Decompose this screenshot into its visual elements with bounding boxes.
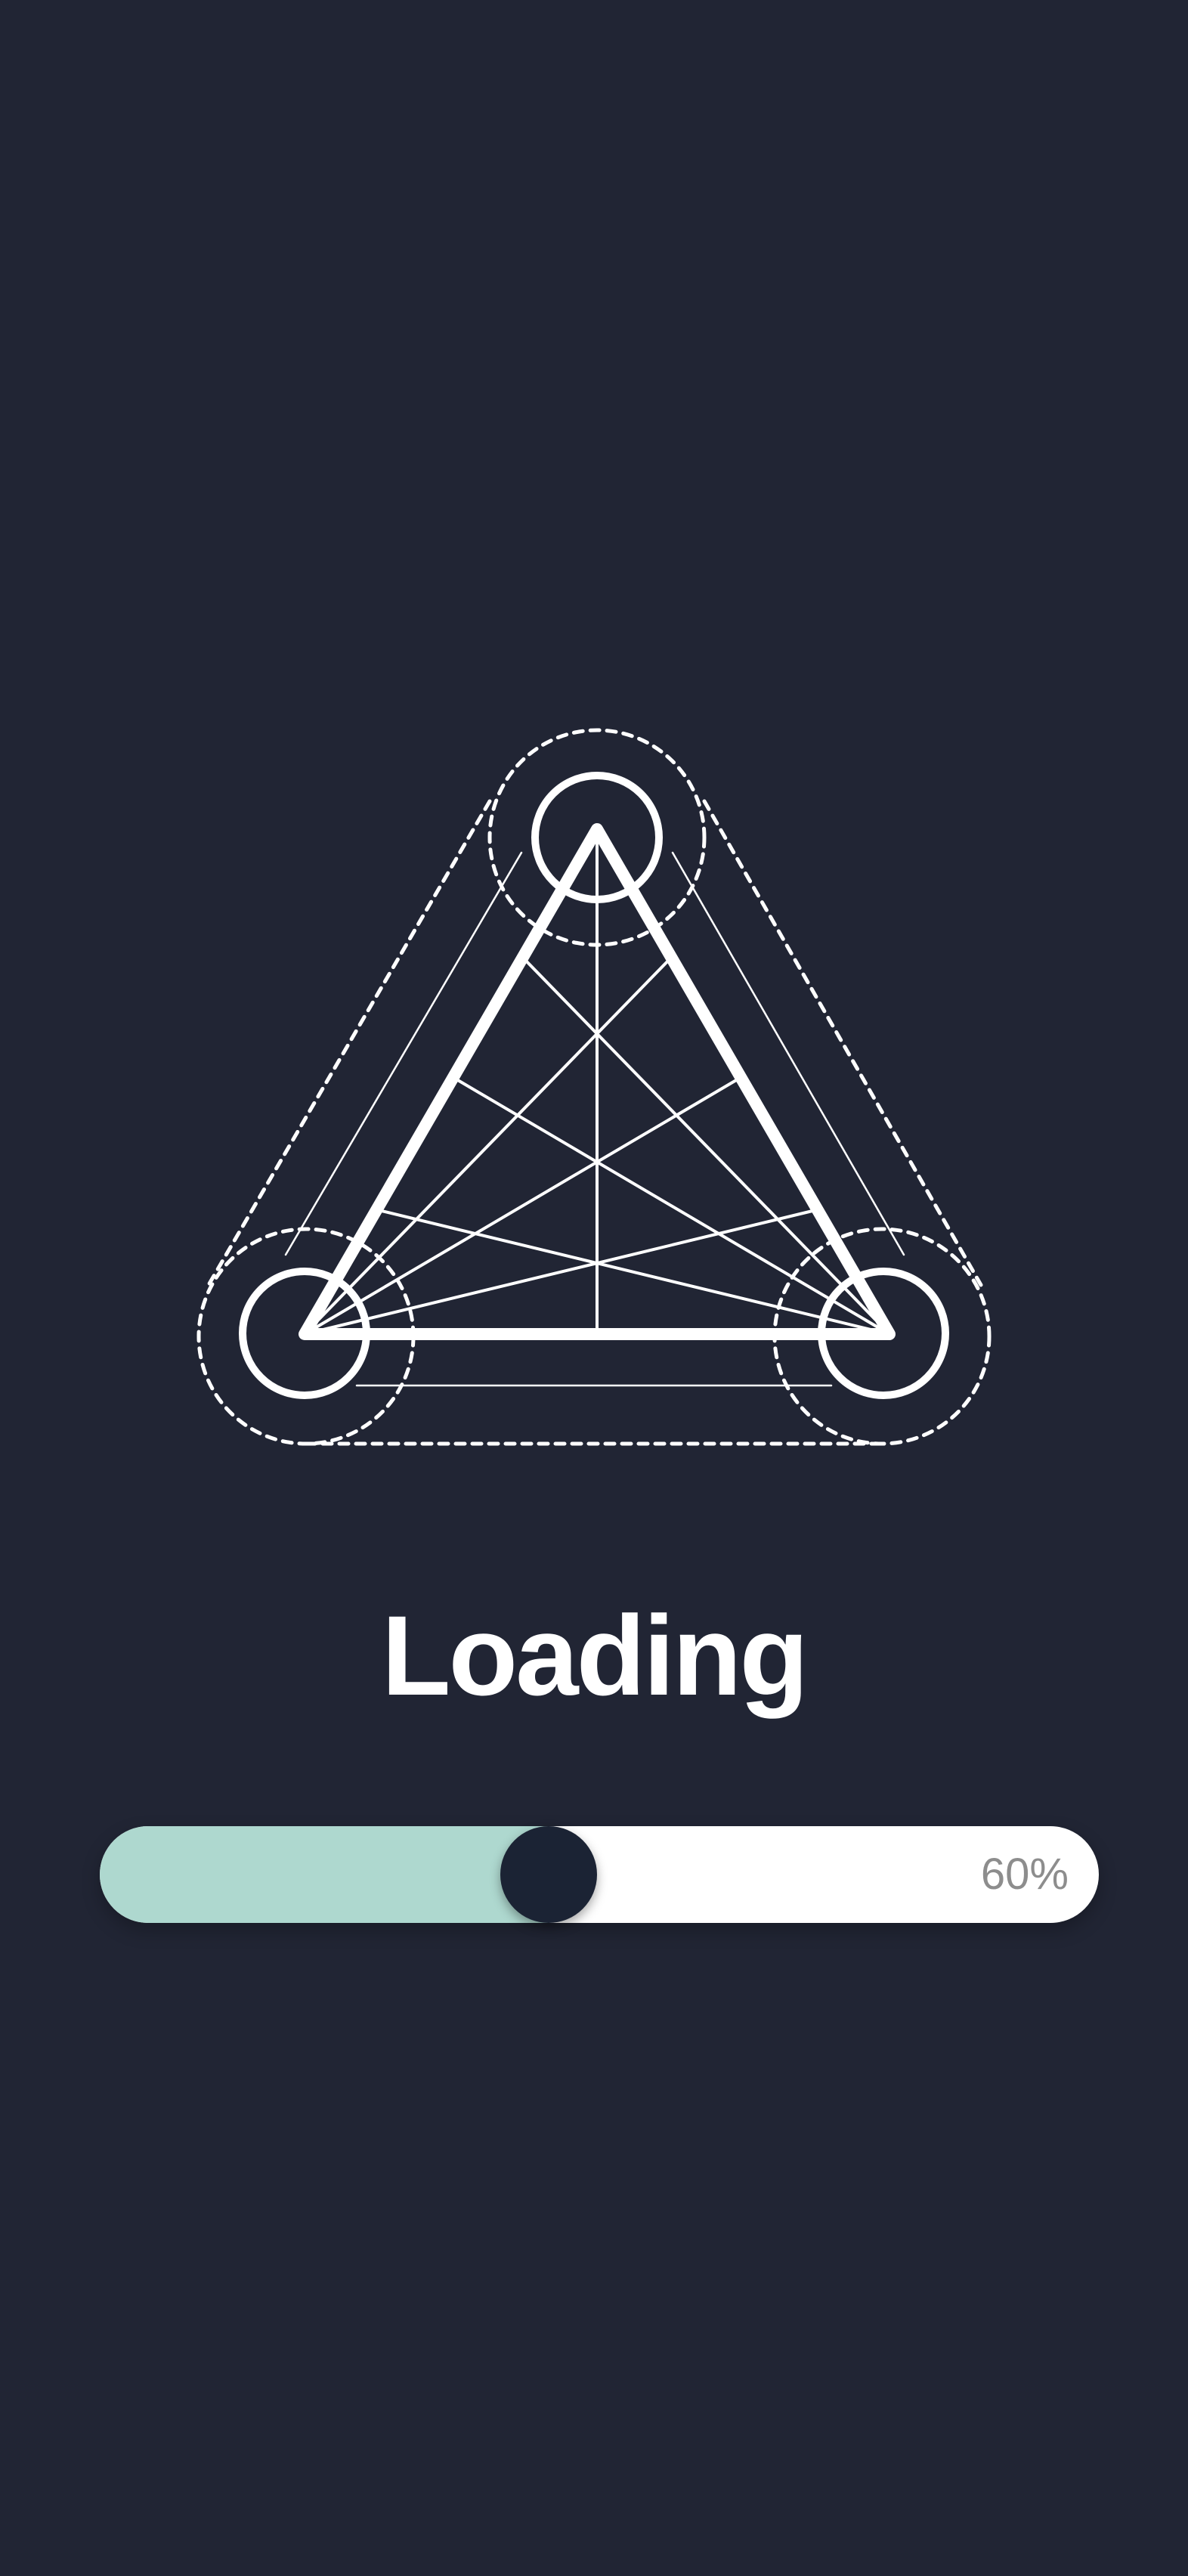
progress-bar: 60% bbox=[100, 1826, 1099, 1923]
loading-screen: Loading 60% bbox=[0, 0, 1188, 2576]
progress-percent-label: 60% bbox=[980, 1850, 1069, 1899]
right-guide-line bbox=[671, 851, 905, 1256]
progress-fill bbox=[100, 1826, 549, 1923]
left-guide-line bbox=[284, 851, 523, 1256]
left-hull-line bbox=[206, 799, 492, 1287]
geometric-triangle-icon bbox=[196, 728, 992, 1446]
loading-title: Loading bbox=[381, 1592, 809, 1719]
inner-lattice bbox=[303, 830, 891, 1336]
right-hull-line bbox=[702, 799, 983, 1287]
progress-knob[interactable] bbox=[500, 1826, 597, 1923]
